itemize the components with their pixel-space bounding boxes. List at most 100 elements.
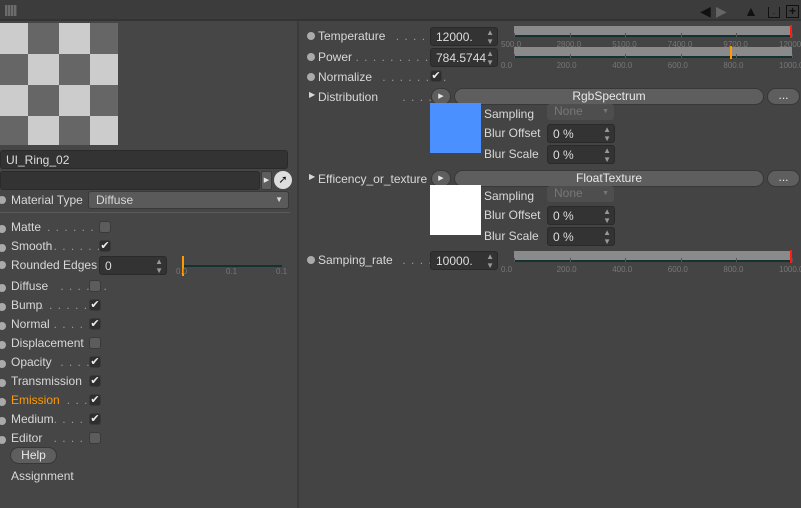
distribution-blur-scale-field[interactable]: 0 % ▲ ▼ [547, 145, 615, 164]
spinner-icon[interactable]: ▲ ▼ [486, 252, 494, 270]
slider-marker[interactable] [730, 46, 733, 59]
expand-triangle-icon[interactable]: ▶ [309, 172, 315, 181]
channel-checkbox[interactable]: ✔ [89, 394, 101, 406]
power-field[interactable]: 784.5744 ▲ ▼ [430, 48, 498, 67]
channel-checkbox[interactable]: ✔ [99, 240, 111, 252]
spinner-icon[interactable]: ▲ ▼ [603, 125, 611, 143]
distribution-more-button[interactable]: ... [767, 88, 800, 105]
sampling_rate-slider[interactable]: 0.0 200.0 400.0 600.0 800.0 1000.0 [501, 250, 801, 281]
slider-track[interactable] [514, 26, 792, 37]
channel-label[interactable]: Medium [11, 412, 54, 426]
channel-label[interactable]: Diffuse [11, 279, 48, 293]
efficiency-sampling-dropdown[interactable]: None ▼ [547, 186, 614, 202]
power-slider[interactable]: 0.0 200.0 400.0 600.0 800.0 1000.0 [501, 46, 801, 77]
spinner-icon[interactable]: ▲ ▼ [486, 49, 494, 67]
channel-checkbox[interactable]: ✔ [89, 413, 101, 425]
channel-dot[interactable] [0, 225, 6, 233]
up-arrow-icon[interactable]: ▲ [744, 3, 758, 19]
material-type-value: Diffuse [96, 193, 134, 207]
sampling_rate-field[interactable]: 10000. ▲ ▼ [430, 251, 498, 270]
spinner-icon[interactable]: ▲ ▼ [155, 257, 163, 275]
channel-checkbox[interactable] [89, 280, 101, 292]
channel-label[interactable]: Bump [11, 298, 42, 312]
channel-label[interactable]: Emission [11, 393, 60, 407]
chevron-down-icon: ▼ [602, 190, 609, 197]
channel-checkbox[interactable] [99, 221, 111, 233]
normalize-dot[interactable] [307, 73, 315, 81]
channel-dot[interactable] [0, 303, 6, 311]
channel-dot[interactable] [0, 284, 6, 292]
spinner-icon[interactable]: ▲ ▼ [603, 146, 611, 164]
channel-dot[interactable] [0, 360, 6, 368]
channel-label[interactable]: Editor [11, 431, 42, 445]
unlock-icon[interactable]: · [768, 7, 780, 18]
efficiency-blur-offset-field[interactable]: 0 % ▲ ▼ [547, 206, 615, 225]
efficiency-more-button[interactable]: ... [767, 170, 800, 187]
material-type-dot[interactable] [0, 196, 6, 204]
material-name-field[interactable]: UI_Ring_02 [0, 150, 288, 169]
channel-checkbox[interactable]: ✔ [89, 375, 101, 387]
help-button[interactable]: Help [10, 447, 57, 464]
channel-dot[interactable] [0, 398, 6, 406]
channel-label[interactable]: Smooth [11, 239, 52, 253]
back-arrow-icon[interactable]: ◀ [700, 3, 711, 19]
channel-row-opacity: Opacity . . . . ✔ [0, 355, 120, 373]
tick-label: 1000.0 [779, 265, 801, 274]
rounded-edges-field[interactable]: 0 ▲ ▼ [99, 256, 167, 275]
normalize-checkbox[interactable]: ✔ [430, 70, 442, 82]
expand-triangle-icon[interactable]: ▶ [309, 90, 315, 99]
efficiency-blur-scale-field[interactable]: 0 % ▲ ▼ [547, 227, 615, 246]
channel-dot[interactable] [0, 417, 6, 425]
channel-checkbox[interactable] [89, 432, 101, 444]
link-field[interactable] [0, 171, 260, 190]
efficiency-shader-button[interactable]: FloatTexture [454, 170, 764, 187]
temperature-field[interactable]: 12000. ▲ ▼ [430, 27, 498, 46]
tick-label: 0.1 [226, 267, 238, 276]
sampling_rate-dot[interactable] [307, 256, 315, 264]
leader-dots: . . . . [402, 253, 433, 267]
distribution-color-swatch[interactable] [430, 103, 481, 153]
channel-label[interactable]: Transmission [11, 374, 82, 388]
temperature-dot[interactable] [307, 32, 315, 40]
assignment-tab[interactable]: Assignment [11, 469, 74, 483]
material-type-dropdown[interactable]: Diffuse ▼ [88, 191, 289, 209]
channel-dot[interactable] [0, 341, 6, 349]
material-preview[interactable] [0, 23, 118, 145]
distribution-blur-offset-field[interactable]: 0 % ▲ ▼ [547, 124, 615, 143]
spinner-icon[interactable]: ▲ ▼ [603, 228, 611, 246]
channel-checkbox[interactable]: ✔ [89, 299, 101, 311]
channel-checkbox[interactable]: ✔ [89, 356, 101, 368]
forward-arrow-icon[interactable]: ▶ [716, 3, 727, 19]
power-dot[interactable] [307, 53, 315, 61]
channel-dot[interactable] [0, 244, 6, 252]
rounded-edges-slider[interactable]: 0.0 0.1 0.1 [176, 256, 287, 276]
tick-label: 0.0 [501, 61, 513, 70]
channel-dot[interactable] [0, 379, 6, 387]
slider-track[interactable] [514, 47, 792, 58]
temperature-label: Temperature [318, 29, 386, 43]
channel-checkbox[interactable] [89, 337, 101, 349]
blur-scale-label: Blur Scale [484, 147, 539, 161]
rounded-edges-dot[interactable] [0, 261, 6, 269]
channel-dot[interactable] [0, 322, 6, 330]
channel-label[interactable]: Displacement [11, 336, 84, 350]
rounded-edges-row: Rounded Edges 0 ▲ ▼ 0.0 0.1 0.1 [0, 256, 290, 276]
power-value: 784.5744 [436, 51, 487, 65]
efficiency-color-swatch[interactable] [430, 185, 481, 235]
link-expand-button[interactable]: ▶ [261, 171, 272, 190]
spinner-icon[interactable]: ▲ ▼ [603, 207, 611, 225]
spinner-icon[interactable]: ▲ ▼ [486, 28, 494, 46]
pick-object-icon[interactable]: ➚ [274, 171, 292, 189]
channel-checkbox[interactable]: ✔ [89, 318, 101, 330]
channel-dot[interactable] [0, 436, 6, 444]
slider-track[interactable] [514, 251, 792, 262]
channel-label[interactable]: Normal [11, 317, 50, 331]
new-panel-icon[interactable]: + [786, 5, 799, 18]
grip-icon[interactable] [5, 5, 17, 16]
distribution-sampling-dropdown[interactable]: None ▼ [547, 104, 614, 120]
channel-label[interactable]: Matte [11, 220, 41, 234]
tick-mark [680, 54, 682, 58]
efficiency-label: Efficency_or_texture [318, 172, 428, 186]
channel-label[interactable]: Opacity [11, 355, 52, 369]
distribution-shader-button[interactable]: RgbSpectrum [454, 88, 764, 105]
